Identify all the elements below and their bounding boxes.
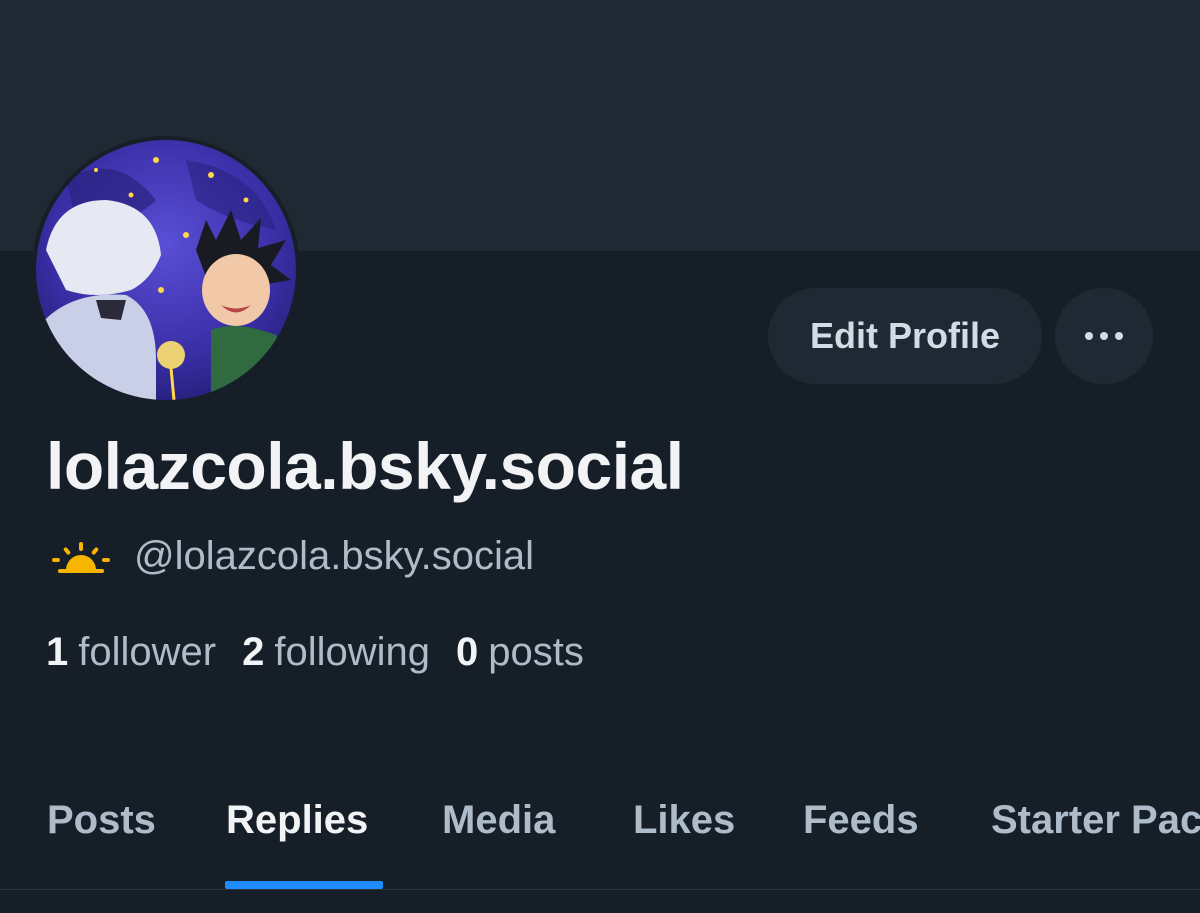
followers-count: 1 <box>46 630 69 674</box>
tab-feeds[interactable]: Feeds <box>803 798 919 843</box>
handle: @lolazcola.bsky.social <box>134 534 535 578</box>
sunrise-emoji-icon <box>52 541 110 573</box>
avatar[interactable] <box>32 136 300 404</box>
handle-row: @lolazcola.bsky.social <box>50 534 534 579</box>
tab-media[interactable]: Media <box>442 798 555 843</box>
followers-stat[interactable]: 1 follower <box>46 630 216 675</box>
posts-label: posts <box>488 630 584 674</box>
followers-label: follower <box>78 630 217 674</box>
following-label: following <box>274 630 430 674</box>
profile-tabs: Posts Replies Media Likes Feeds Starter … <box>0 770 1200 890</box>
posts-count: 0 <box>456 630 479 674</box>
tab-starter-packs[interactable]: Starter Packs <box>991 798 1200 843</box>
more-options-button[interactable] <box>1055 288 1153 384</box>
profile-stats: 1 follower 2 following 0 posts <box>46 630 584 675</box>
following-stat[interactable]: 2 following <box>242 630 430 675</box>
display-name: lolazcola.bsky.social <box>46 429 684 503</box>
tab-posts[interactable]: Posts <box>47 798 156 843</box>
avatar-image <box>36 140 296 400</box>
following-count: 2 <box>242 630 265 674</box>
edit-profile-button[interactable]: Edit Profile <box>768 288 1042 384</box>
tab-replies[interactable]: Replies <box>226 798 368 843</box>
active-tab-indicator <box>225 881 383 889</box>
posts-stat: 0 posts <box>456 630 584 675</box>
more-horizontal-icon <box>1085 332 1123 340</box>
tab-likes[interactable]: Likes <box>633 798 735 843</box>
